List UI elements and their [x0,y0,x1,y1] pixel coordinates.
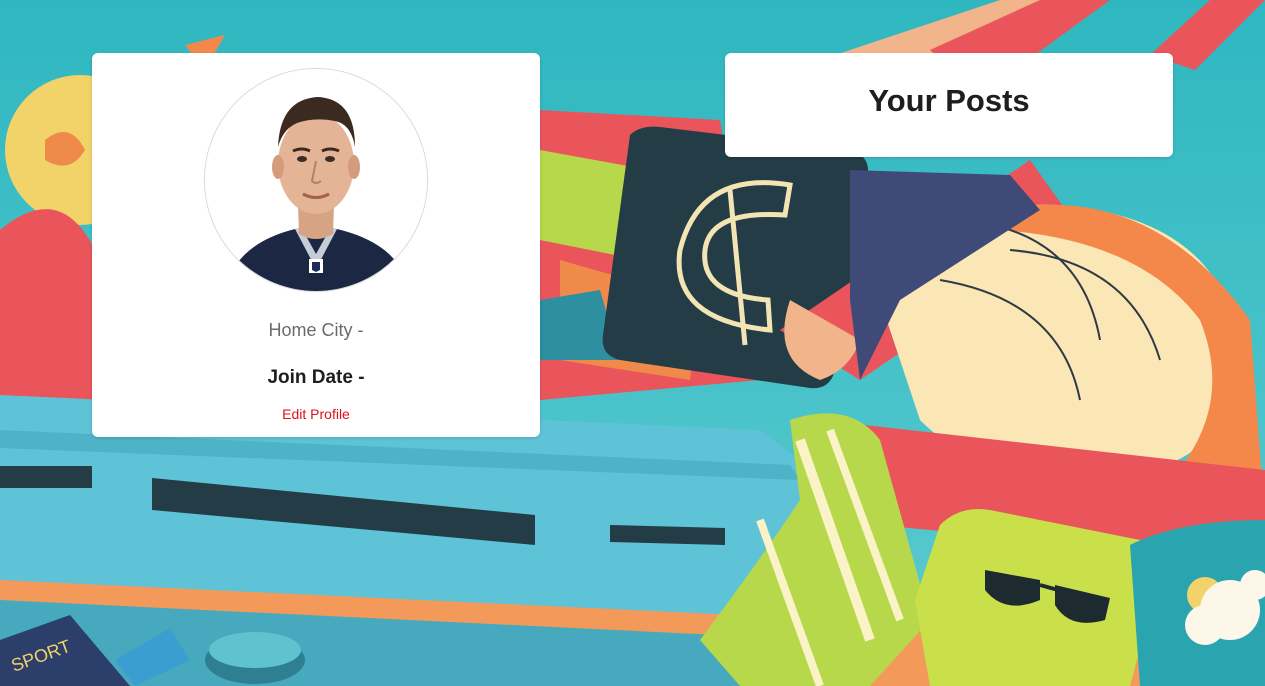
profile-card: Home City - Join Date - Edit Profile [92,53,540,437]
avatar [204,68,428,292]
posts-title: Your Posts [868,83,1030,118]
join-date-label: Join Date - [267,367,365,388]
edit-profile-link[interactable]: Edit Profile [92,406,540,422]
posts-card: Your Posts [725,53,1173,157]
profile-photo [205,69,427,291]
home-city-label: Home City - [268,320,364,340]
